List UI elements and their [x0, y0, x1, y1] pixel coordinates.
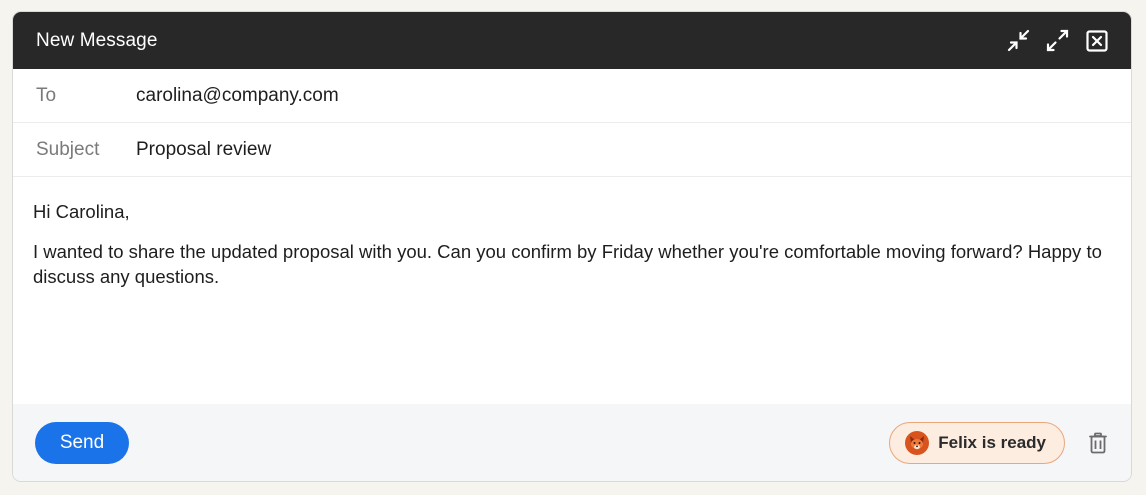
- assistant-button[interactable]: Felix is ready: [889, 421, 1065, 464]
- compose-window: New Message To carolina@company.com Subj…: [12, 11, 1132, 482]
- message-greeting: Hi Carolina,: [33, 201, 130, 222]
- window-controls: [1006, 28, 1109, 53]
- send-button[interactable]: Send: [35, 421, 129, 464]
- to-row: To: [13, 69, 1131, 123]
- assistant-label: Felix is ready: [938, 432, 1046, 452]
- to-field[interactable]: [136, 84, 1131, 107]
- subject-field[interactable]: [136, 138, 1131, 161]
- subject-row: Subject: [13, 123, 1131, 177]
- minimize-icon[interactable]: [1006, 28, 1031, 53]
- compose-title: New Message: [36, 29, 158, 51]
- close-icon[interactable]: [1084, 28, 1109, 53]
- subject-label: Subject: [36, 138, 100, 160]
- fox-avatar-icon: [905, 430, 930, 455]
- expand-icon[interactable]: [1045, 28, 1070, 53]
- compose-titlebar: New Message: [13, 12, 1131, 69]
- message-body[interactable]: Hi Carolina, I wanted to share the updat…: [13, 177, 1131, 403]
- trash-icon[interactable]: [1087, 430, 1109, 456]
- message-paragraph: I wanted to share the updated proposal w…: [33, 241, 1102, 287]
- compose-footer: Send Felix is ready: [13, 404, 1131, 481]
- to-label: To: [36, 84, 57, 106]
